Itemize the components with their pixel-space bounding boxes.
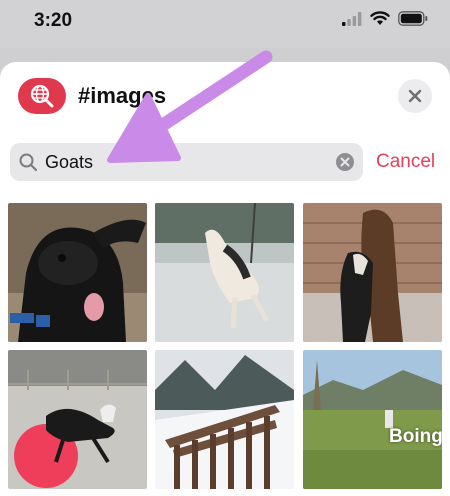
wifi-icon <box>370 11 390 31</box>
globe-search-icon <box>18 78 66 114</box>
status-icons <box>342 11 428 31</box>
search-value: Goats <box>45 152 94 172</box>
gif-caption: Boing <box>389 426 442 447</box>
battery-icon <box>398 11 428 31</box>
close-icon <box>408 89 422 103</box>
cancel-button[interactable]: Cancel <box>376 151 435 173</box>
close-button[interactable] <box>398 79 432 113</box>
gif-result[interactable] <box>155 350 294 489</box>
gif-result[interactable] <box>155 203 294 342</box>
gif-result[interactable]: Boing <box>303 350 442 489</box>
status-time: 3:20 <box>34 10 73 31</box>
search-icon <box>19 153 38 177</box>
gif-result[interactable] <box>303 203 442 342</box>
gif-result[interactable] <box>8 350 147 489</box>
signal-icon <box>342 11 362 31</box>
gif-result[interactable] <box>8 203 147 342</box>
annotation-arrow-icon <box>107 50 273 163</box>
clear-icon[interactable] <box>336 153 354 176</box>
